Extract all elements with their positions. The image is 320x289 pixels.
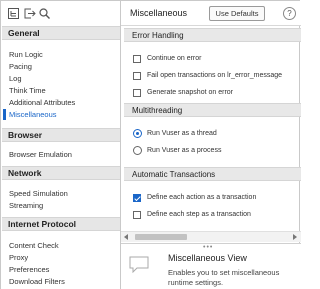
nav-item-browser-emulation[interactable]: Browser Emulation [9, 149, 72, 160]
runtime-settings-window: General Run Logic Pacing Log Think Time … [0, 0, 301, 289]
run-as-process-radio[interactable] [133, 146, 142, 155]
speech-bubble-icon [129, 256, 149, 273]
run-as-thread-label: Run Vuser as a thread [147, 130, 217, 137]
nav-item-proxy[interactable]: Proxy [9, 252, 28, 263]
continue-on-error-checkbox[interactable] [133, 55, 141, 63]
nav-item-content-check[interactable]: Content Check [9, 240, 59, 251]
continue-on-error-label: Continue on error [147, 55, 202, 62]
expand-all-icon[interactable] [7, 7, 20, 20]
nav-item-additional-attributes[interactable]: Additional Attributes [9, 97, 75, 108]
step-as-transaction-label: Define each step as a transaction [147, 211, 251, 218]
nav-item-streaming[interactable]: Streaming [9, 200, 43, 211]
action-as-transaction-label: Define each action as a transaction [147, 194, 257, 201]
nav-item-preferences[interactable]: Preferences [9, 264, 49, 275]
nav-item-log[interactable]: Log [9, 73, 22, 84]
options-scroll-area: Error Handling Continue on error Fail op… [121, 26, 301, 231]
action-as-transaction-checkbox[interactable] [133, 194, 141, 202]
horizontal-scrollbar[interactable] [121, 231, 301, 242]
info-title: Miscellaneous View [168, 253, 247, 263]
step-as-transaction-checkbox[interactable] [133, 211, 141, 219]
nav-item-think-time[interactable]: Think Time [9, 85, 46, 96]
scroll-left-arrow-icon[interactable] [124, 234, 128, 240]
nav-item-speed-simulation[interactable]: Speed Simulation [9, 188, 68, 199]
active-item-indicator [3, 109, 6, 120]
fail-open-transactions-label: Fail open transactions on lr_error_messa… [147, 72, 283, 79]
section-browser[interactable]: Browser [2, 128, 120, 142]
description-panel: ••• Miscellaneous View Enables you to se… [121, 243, 301, 289]
group-automatic-transactions: Automatic Transactions [124, 167, 301, 181]
info-description: Enables you to set miscellaneous runtime… [168, 268, 280, 287]
use-defaults-button[interactable]: Use Defaults [209, 6, 265, 21]
group-multithreading: Multithreading [124, 103, 301, 117]
page-title: Miscellaneous [130, 8, 188, 18]
generate-snapshot-label: Generate snapshot on error [147, 89, 233, 96]
settings-content-panel: Miscellaneous Use Defaults ? Error Handl… [121, 1, 301, 289]
resize-grip-icon[interactable]: ••• [203, 244, 213, 251]
nav-item-miscellaneous[interactable]: Miscellaneous [9, 109, 57, 120]
generate-snapshot-checkbox[interactable] [133, 89, 141, 97]
run-as-process-label: Run Vuser as a process [147, 147, 222, 154]
section-internet-protocol[interactable]: Internet Protocol [2, 217, 120, 231]
section-general[interactable]: General [2, 26, 120, 40]
run-as-thread-radio[interactable] [133, 129, 142, 138]
export-icon[interactable] [23, 7, 36, 20]
scroll-right-arrow-icon[interactable] [293, 234, 297, 240]
nav-item-run-logic[interactable]: Run Logic [9, 49, 43, 60]
fail-open-transactions-checkbox[interactable] [133, 72, 141, 80]
group-error-handling: Error Handling [124, 28, 301, 42]
content-header: Miscellaneous Use Defaults ? [121, 1, 301, 26]
nav-item-download-filters[interactable]: Download Filters [9, 276, 65, 287]
search-icon[interactable] [38, 7, 51, 20]
section-network[interactable]: Network [2, 166, 120, 180]
tree-toolbar [1, 1, 121, 25]
scrollbar-thumb[interactable] [135, 234, 187, 240]
nav-item-pacing[interactable]: Pacing [9, 61, 32, 72]
help-icon[interactable]: ? [283, 7, 296, 20]
settings-tree-panel: General Run Logic Pacing Log Think Time … [1, 1, 121, 289]
